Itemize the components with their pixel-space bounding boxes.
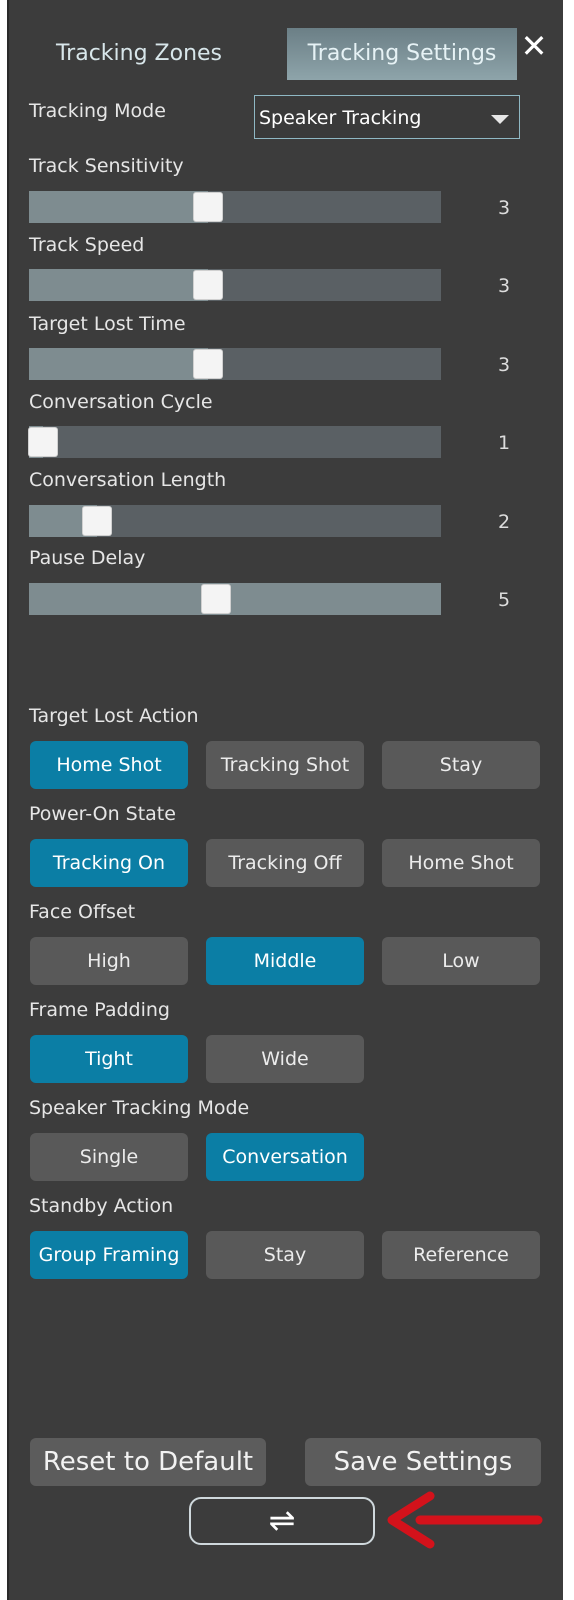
- target-lost-time-value: 3: [497, 354, 511, 376]
- target-lost-stay-button[interactable]: Stay: [382, 741, 540, 789]
- chevron-down-icon: [491, 115, 509, 124]
- standby-reference-button[interactable]: Reference: [382, 1231, 540, 1279]
- slider-thumb[interactable]: [29, 428, 57, 456]
- pause-delay-slider[interactable]: [29, 583, 441, 615]
- pause-delay-value: 5: [497, 589, 511, 611]
- conversation-length-label: Conversation Length: [29, 469, 227, 491]
- track-speed-value: 3: [497, 275, 511, 297]
- target-lost-home-shot-button[interactable]: Home Shot: [30, 741, 188, 789]
- track-sensitivity-label: Track Sensitivity: [29, 155, 184, 177]
- frame-padding-tight-button[interactable]: Tight: [30, 1035, 188, 1083]
- tab-tracking-zones[interactable]: Tracking Zones: [39, 28, 239, 80]
- track-sensitivity-value: 3: [497, 197, 511, 219]
- face-offset-label: Face Offset: [29, 901, 136, 923]
- speaker-mode-single-button[interactable]: Single: [30, 1133, 188, 1181]
- standby-group-framing-button[interactable]: Group Framing: [30, 1231, 188, 1279]
- slider-thumb[interactable]: [194, 350, 222, 378]
- power-on-tracking-on-button[interactable]: Tracking On: [30, 839, 188, 887]
- pause-delay-label: Pause Delay: [29, 547, 146, 569]
- track-speed-label: Track Speed: [29, 234, 145, 256]
- tracking-settings-panel: Tracking Zones Tracking Settings ✕ Track…: [7, 0, 563, 1600]
- tracking-mode-select[interactable]: Speaker Tracking: [254, 95, 520, 139]
- standby-action-label: Standby Action: [29, 1195, 174, 1217]
- face-offset-high-button[interactable]: High: [30, 937, 188, 985]
- reset-to-default-button[interactable]: Reset to Default: [30, 1438, 266, 1486]
- frame-padding-wide-button[interactable]: Wide: [206, 1035, 364, 1083]
- tracking-mode-value: Speaker Tracking: [259, 107, 422, 129]
- target-lost-tracking-shot-button[interactable]: Tracking Shot: [206, 741, 364, 789]
- swap-toggle-button[interactable]: ⇌: [189, 1497, 375, 1545]
- red-arrow-annotation: [387, 1491, 543, 1549]
- slider-fill: [29, 191, 208, 223]
- target-lost-time-slider[interactable]: [29, 348, 441, 380]
- track-speed-slider[interactable]: [29, 269, 441, 301]
- target-lost-time-label: Target Lost Time: [29, 313, 186, 335]
- power-on-home-shot-button[interactable]: Home Shot: [382, 839, 540, 887]
- target-lost-action-label: Target Lost Action: [29, 705, 199, 727]
- speaker-tracking-mode-label: Speaker Tracking Mode: [29, 1097, 250, 1119]
- tracking-mode-label: Tracking Mode: [29, 100, 166, 122]
- slider-thumb[interactable]: [83, 507, 111, 535]
- slider-fill: [29, 269, 208, 301]
- frame-padding-label: Frame Padding: [29, 999, 170, 1021]
- power-on-tracking-off-button[interactable]: Tracking Off: [206, 839, 364, 887]
- conversation-cycle-label: Conversation Cycle: [29, 391, 213, 413]
- save-settings-button[interactable]: Save Settings: [305, 1438, 541, 1486]
- track-sensitivity-slider[interactable]: [29, 191, 441, 223]
- slider-fill: [29, 348, 208, 380]
- close-icon[interactable]: ✕: [517, 26, 551, 66]
- face-offset-low-button[interactable]: Low: [382, 937, 540, 985]
- conversation-length-value: 2: [497, 511, 511, 533]
- swap-arrows-icon: ⇌: [268, 1501, 296, 1539]
- standby-stay-button[interactable]: Stay: [206, 1231, 364, 1279]
- slider-thumb[interactable]: [202, 585, 230, 613]
- slider-fill: [29, 583, 216, 615]
- slider-thumb[interactable]: [194, 271, 222, 299]
- power-on-state-label: Power-On State: [29, 803, 176, 825]
- conversation-cycle-slider[interactable]: [29, 426, 441, 458]
- tab-tracking-settings[interactable]: Tracking Settings: [287, 28, 517, 80]
- conversation-cycle-value: 1: [497, 432, 511, 454]
- speaker-mode-conversation-button[interactable]: Conversation: [206, 1133, 364, 1181]
- slider-thumb[interactable]: [194, 193, 222, 221]
- face-offset-middle-button[interactable]: Middle: [206, 937, 364, 985]
- conversation-length-slider[interactable]: [29, 505, 441, 537]
